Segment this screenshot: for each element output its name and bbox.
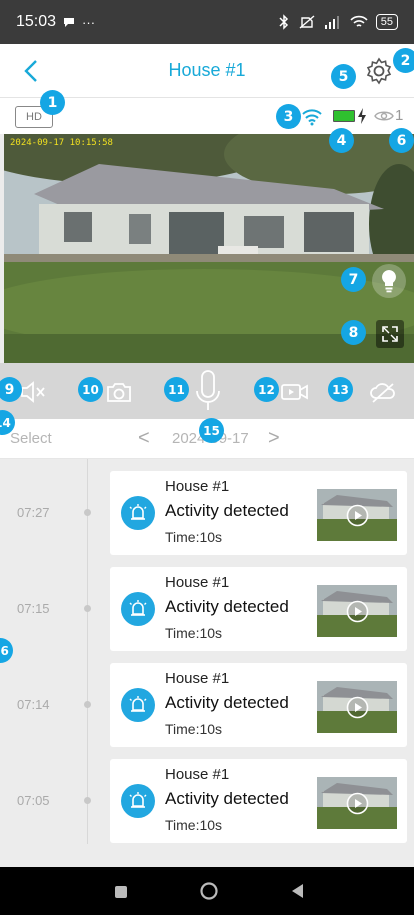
event-device: House #1 [165, 478, 230, 495]
back-nav-button[interactable] [290, 883, 304, 899]
status-battery: 55 [375, 14, 398, 30]
speaker-muted-icon [21, 381, 45, 403]
bell-icon [121, 496, 155, 530]
event-time: 07:05 [17, 793, 50, 808]
event-device: House #1 [165, 670, 230, 687]
mute-vibrate-icon [299, 15, 315, 29]
event-title: Activity detected [165, 501, 289, 520]
list-item[interactable]: 07:15 House #1 Activity detected Time:10… [0, 567, 414, 651]
event-list: 07:27 House #1 Activity detected Time:10… [0, 459, 414, 867]
recents-button[interactable] [114, 885, 128, 899]
annotation-badge-5: 5 [331, 64, 356, 89]
bell-icon [121, 688, 155, 722]
video-timestamp: 2024-09-17 10:15:58 [10, 138, 113, 148]
back-button[interactable] [18, 57, 46, 85]
annotation-badge-7: 7 [341, 267, 366, 292]
timeline-dot [84, 509, 91, 516]
event-thumbnail[interactable] [317, 489, 397, 541]
bolt-icon [358, 108, 366, 124]
record-button[interactable] [280, 377, 310, 407]
chat-bubble-icon [64, 18, 75, 27]
event-title: Activity detected [165, 693, 289, 712]
list-item[interactable]: 07:27 House #1 Activity detected Time:10… [0, 471, 414, 555]
battery-icon [333, 110, 355, 122]
bell-icon [121, 592, 155, 626]
event-thumbnail[interactable] [317, 681, 397, 733]
list-item[interactable]: 07:05 House #1 Activity detected Time:10… [0, 759, 414, 843]
home-button[interactable] [199, 881, 219, 901]
annotation-badge-12: 12 [254, 377, 279, 402]
date-prev-button[interactable]: < [138, 427, 150, 450]
status-time: 15:03 [16, 13, 57, 30]
event-card[interactable]: House #1 Activity detected Time:10s [110, 567, 407, 651]
timeline-dot [84, 797, 91, 804]
bell-icon [121, 784, 155, 818]
play-icon [346, 696, 369, 719]
camera-icon [107, 383, 131, 402]
annotation-badge-4: 4 [329, 128, 354, 153]
signal-icon [324, 16, 339, 29]
timeline-dot [84, 701, 91, 708]
event-card[interactable]: House #1 Activity detected Time:10s [110, 759, 407, 843]
page-title: House #1 [168, 60, 246, 80]
snapshot-button[interactable] [104, 377, 134, 407]
video-record-icon [281, 384, 308, 400]
gear-icon [366, 57, 392, 85]
bluetooth-icon [279, 14, 288, 30]
play-icon [346, 504, 369, 527]
event-card[interactable]: House #1 Activity detected Time:10s [110, 471, 407, 555]
fullscreen-button[interactable] [376, 320, 404, 348]
annotation-badge-8: 8 [341, 320, 366, 345]
event-thumbnail[interactable] [317, 777, 397, 829]
light-button[interactable] [372, 264, 406, 298]
annotation-badge-2: 2 [393, 48, 414, 73]
annotation-badge-1: 1 [40, 90, 65, 115]
status-dots: ··· [82, 14, 96, 30]
fullscreen-icon [382, 326, 398, 342]
wifi-icon [302, 109, 322, 126]
microphone-icon [196, 370, 220, 410]
event-time: 07:14 [17, 697, 50, 712]
bulb-icon [382, 270, 396, 293]
event-thumbnail[interactable] [317, 585, 397, 637]
settings-button[interactable] [364, 56, 394, 86]
event-time: 07:27 [17, 505, 50, 520]
eye-icon [374, 111, 394, 121]
event-title: Activity detected [165, 597, 289, 616]
event-time: 07:15 [17, 601, 50, 616]
event-duration: Time:10s [165, 529, 223, 545]
event-card[interactable]: House #1 Activity detected Time:10s [110, 663, 407, 747]
event-title: Activity detected [165, 789, 289, 808]
annotation-badge-3: 3 [276, 104, 301, 129]
annotation-badge-11: 11 [164, 377, 189, 402]
event-device: House #1 [165, 574, 230, 591]
play-icon [346, 600, 369, 623]
cloud-button[interactable] [368, 377, 398, 407]
annotation-badge-15: 15 [199, 418, 224, 443]
wifi-status-icon [350, 15, 368, 27]
annotation-badge-10: 10 [78, 377, 103, 402]
list-item[interactable]: 07:14 House #1 Activity detected Time:10… [0, 663, 414, 747]
event-device: House #1 [165, 766, 230, 783]
system-nav-bar [0, 867, 414, 915]
date-next-button[interactable]: > [268, 427, 280, 450]
play-icon [346, 792, 369, 815]
status-bar: 15:03 ··· 55 [0, 0, 414, 44]
event-duration: Time:10s [165, 721, 223, 737]
mute-button[interactable] [18, 377, 48, 407]
cloud-icon [370, 383, 395, 403]
back-icon [24, 60, 37, 82]
event-duration: Time:10s [165, 625, 223, 641]
annotation-badge-6: 6 [389, 128, 414, 153]
viewer-count: 1 [395, 107, 404, 124]
talk-button[interactable] [193, 369, 223, 413]
annotation-badge-13: 13 [328, 377, 353, 402]
event-duration: Time:10s [165, 817, 223, 833]
select-button[interactable]: Select [10, 430, 52, 447]
timeline-dot [84, 605, 91, 612]
